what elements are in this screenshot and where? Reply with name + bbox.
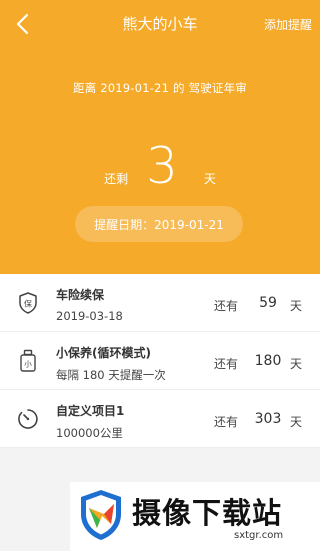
reminder-description: 距离 2019-01-21 的 驾驶证年审	[73, 81, 247, 95]
add-reminder-button[interactable]: 添加提醒	[264, 16, 312, 33]
chevron-left-icon	[16, 13, 29, 35]
countdown-unit: 天	[203, 172, 216, 186]
item-unit: 天	[290, 299, 303, 313]
item-unit: 天	[290, 415, 303, 429]
watermark-title: 摄像下载站	[132, 496, 283, 530]
header-hero: 熊大的小车 添加提醒 距离 2019-01-21 的 驾驶证年审 还剩 3 天 …	[0, 0, 320, 274]
item-left-label: 还有	[214, 357, 239, 371]
item-unit: 天	[290, 357, 303, 371]
item-left-label: 还有	[214, 415, 239, 429]
item-subtitle: 每隔 180 天提醒一次	[56, 368, 166, 382]
list-item[interactable]: 自定义项目1 100000公里 还有 303 天	[0, 390, 320, 448]
item-subtitle: 2019-03-18	[56, 309, 123, 323]
countdown-prefix: 还剩	[104, 172, 129, 186]
countdown-days: 3	[146, 137, 178, 195]
list-item[interactable]: 保 车险续保 2019-03-18 还有 59 天	[0, 274, 320, 332]
custom-timer-icon	[16, 407, 40, 431]
item-count: 303	[254, 411, 282, 427]
watermark-url: sxtgr.com	[234, 530, 284, 541]
item-count: 59	[259, 295, 277, 311]
item-title: 小保养(循环模式)	[56, 346, 151, 360]
svg-text:保: 保	[24, 299, 32, 309]
back-button[interactable]	[10, 10, 34, 38]
list-item[interactable]: 小 小保养(循环模式) 每隔 180 天提醒一次 还有 180 天	[0, 332, 320, 390]
reminder-list: 保 车险续保 2019-03-18 还有 59 天 小 小保养(循环模式) 每隔…	[0, 274, 320, 448]
item-title: 车险续保	[56, 288, 105, 302]
item-count: 180	[254, 353, 282, 369]
item-title: 自定义项目1	[56, 404, 125, 418]
maintenance-bottle-icon: 小	[16, 349, 40, 373]
remind-date-pill: 提醒日期：2019-01-21	[75, 206, 243, 242]
insurance-shield-icon: 保	[16, 291, 40, 315]
svg-text:小: 小	[24, 360, 32, 369]
watermark-logo-icon	[81, 490, 121, 540]
countdown: 还剩 3 天	[0, 138, 320, 194]
watermark: 摄像下载站 sxtgr.com	[70, 482, 320, 551]
item-left-label: 还有	[214, 299, 239, 313]
item-subtitle: 100000公里	[56, 426, 123, 440]
